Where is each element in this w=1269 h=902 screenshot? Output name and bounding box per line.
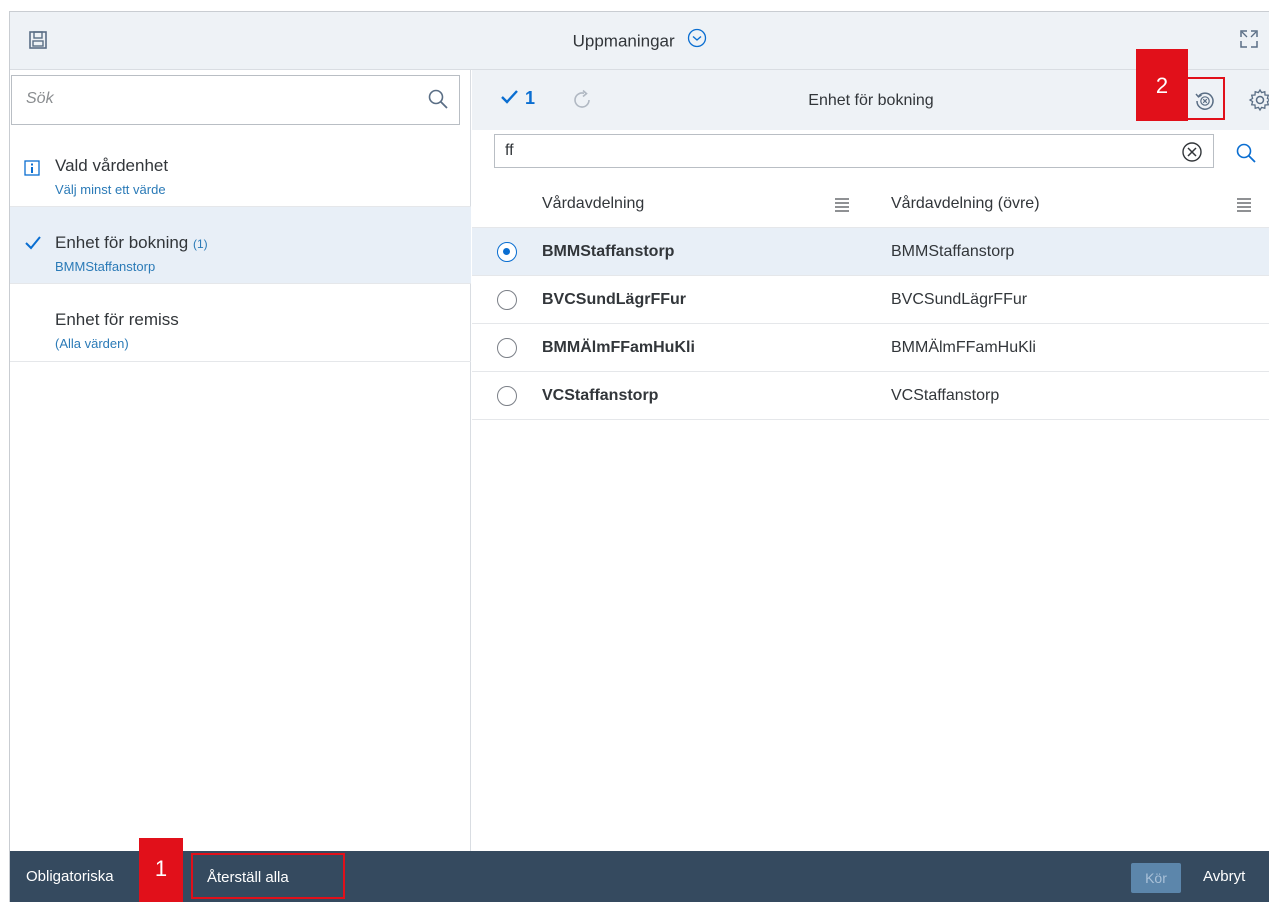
cancel-button[interactable]: Avbryt (1203, 868, 1245, 885)
mandatory-toggle[interactable]: Obligatoriska (26, 868, 114, 885)
prompt-label-text: Enhet för remiss (55, 310, 179, 329)
value-table: Vårdavdelning Vårdavdelning (övre) BMMSt… (472, 180, 1269, 420)
prompt-label: Vald vårdenhet (55, 156, 168, 176)
search-icon[interactable] (427, 88, 449, 115)
chevron-down-icon[interactable] (687, 28, 707, 53)
prompt-search-box[interactable] (11, 75, 460, 125)
prompt-label: Enhet för bokning (1) (55, 233, 208, 253)
run-button[interactable]: Kör (1131, 863, 1181, 893)
prompt-item-vald-vardenhet[interactable]: Vald vårdenhet Välj minst ett värde (10, 130, 471, 207)
prompt-sub-value: Välj minst ett värde (55, 182, 166, 197)
cell-vardavdelning: BMMÄlmFFamHuKli (542, 339, 695, 356)
prompt-count: (1) (193, 237, 208, 251)
prompt-search-input[interactable] (12, 76, 412, 122)
check-icon (24, 235, 42, 256)
table-row[interactable]: BVCSundLägrFFur BVCSundLägrFFur (472, 276, 1269, 324)
prompt-sub-value: BMMStaffanstorp (55, 259, 156, 274)
callout-marker-1: 1 (139, 838, 183, 902)
prompt-item-enhet-for-bokning[interactable]: Enhet för bokning (1) BMMStaffanstorp (10, 207, 471, 284)
prompt-label-text: Vald vårdenhet (55, 156, 169, 175)
column-menu-icon[interactable] (834, 197, 850, 218)
table-header: Vårdavdelning Vårdavdelning (övre) (472, 180, 1269, 228)
column-menu-icon[interactable] (1236, 197, 1252, 218)
callout-highlight-2 (1185, 77, 1225, 120)
prompt-list-pane: Vald vårdenhet Välj minst ett värde Enhe… (10, 70, 471, 851)
search-icon[interactable] (1235, 142, 1257, 169)
row-radio-button[interactable] (497, 338, 517, 358)
gear-icon[interactable] (1248, 88, 1269, 117)
table-row[interactable]: BMMÄlmFFamHuKli BMMÄlmFFamHuKli (472, 324, 1269, 372)
row-radio-button[interactable] (497, 386, 517, 406)
column-header-vardavdelning[interactable]: Vårdavdelning (542, 195, 644, 213)
cell-vardavdelning-ovre: BMMÄlmFFamHuKli (891, 339, 1036, 356)
cell-vardavdelning-ovre: VCStaffanstorp (891, 387, 1000, 404)
dialog-header: Uppmaningar (10, 12, 1269, 70)
value-selection-pane: 1 Enhet för bokning Vårdavdelning (472, 70, 1269, 851)
value-filter-input[interactable] (495, 135, 1165, 167)
info-icon (24, 160, 40, 181)
dialog-footer: Obligatoriska Återställ alla Kör Avbryt (10, 851, 1269, 902)
expand-icon[interactable] (1238, 28, 1260, 55)
row-radio-button[interactable] (497, 290, 517, 310)
cell-vardavdelning-ovre: BVCSundLägrFFur (891, 291, 1028, 308)
dialog-title: Uppmaningar (572, 31, 675, 51)
prompt-item-enhet-for-remiss[interactable]: Enhet för remiss (Alla värden) (10, 284, 471, 362)
cell-vardavdelning: BVCSundLägrFFur (542, 291, 686, 308)
reset-all-button[interactable]: Återställ alla (191, 853, 345, 899)
cell-vardavdelning: BMMStaffanstorp (542, 243, 675, 260)
prompt-sub-value: (Alla värden) (55, 336, 129, 351)
cell-vardavdelning-ovre: BMMStaffanstorp (891, 243, 1015, 260)
prompt-label-text: Enhet för bokning (55, 233, 189, 252)
row-radio-button[interactable] (497, 242, 517, 262)
prompt-label: Enhet för remiss (55, 310, 179, 330)
cell-vardavdelning: VCStaffanstorp (542, 387, 659, 404)
prompts-dialog: Uppmaningar Vald vårdenhet Välj minst et… (9, 11, 1269, 902)
callout-marker-2: 2 (1136, 49, 1188, 121)
table-row[interactable]: VCStaffanstorp VCStaffanstorp (472, 372, 1269, 420)
column-header-vardavdelning-ovre[interactable]: Vårdavdelning (övre) (891, 195, 1040, 213)
value-filter-box[interactable] (494, 134, 1214, 168)
dialog-title-wrap: Uppmaningar (10, 28, 1269, 53)
table-row[interactable]: BMMStaffanstorp BMMStaffanstorp (472, 228, 1269, 276)
clear-icon[interactable] (1181, 141, 1203, 168)
